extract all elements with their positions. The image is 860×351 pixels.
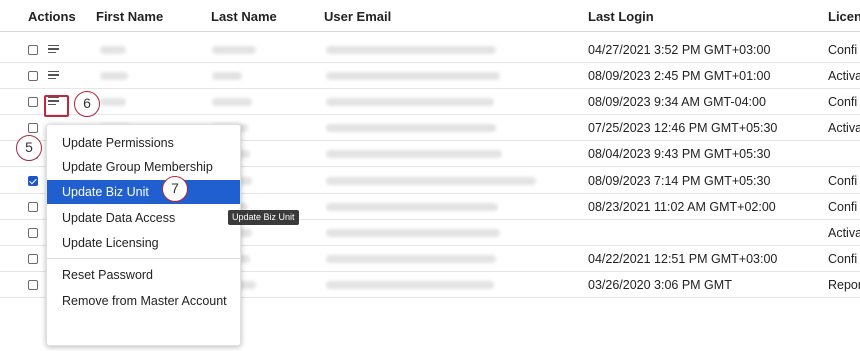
table-row: 08/09/2023 9:34 AM GMT-04:00 Confi (0, 89, 860, 115)
last-name-redacted (212, 72, 242, 80)
row-checkbox[interactable] (28, 254, 38, 264)
header-actions: Actions (28, 9, 76, 24)
email-redacted (326, 229, 500, 237)
license-cell: Activa (828, 69, 860, 83)
license-cell: Confi (828, 252, 858, 266)
row-actions-menu-icon[interactable] (48, 71, 59, 80)
menu-item-update-permissions[interactable]: Update Permissions (47, 131, 240, 155)
actions-dropdown-menu: Update Permissions Update Group Membersh… (46, 124, 241, 346)
last-name-redacted (212, 98, 252, 106)
menu-item-update-biz-unit[interactable]: Update Biz Unit (47, 180, 240, 204)
table-row: 04/27/2021 3:52 PM GMT+03:00 Confi (0, 37, 860, 63)
row-checkbox[interactable] (28, 176, 38, 186)
callout-6: 6 (74, 91, 100, 117)
table-header: Actions First Name Last Name User Email … (0, 0, 860, 32)
email-redacted (326, 124, 496, 132)
license-cell: Repor (828, 278, 860, 292)
menu-item-update-data-access[interactable]: Update Data Access (47, 206, 240, 230)
first-name-redacted (100, 46, 126, 54)
email-redacted (326, 281, 494, 289)
email-redacted (326, 177, 536, 185)
email-redacted (326, 150, 502, 158)
email-redacted (326, 98, 494, 106)
menu-divider (47, 258, 240, 259)
last-login-cell: 03/26/2020 3:06 PM GMT (588, 278, 732, 292)
last-login-cell: 08/09/2023 9:34 AM GMT-04:00 (588, 95, 766, 109)
license-cell: Confi (828, 43, 858, 57)
email-redacted (326, 255, 496, 263)
menu-icon-highlight (44, 95, 69, 117)
first-name-redacted (100, 72, 128, 80)
table-row: 08/09/2023 2:45 PM GMT+01:00 Activa (0, 63, 860, 89)
license-cell: Activa (828, 121, 860, 135)
license-cell: Confi (828, 95, 858, 109)
header-first-name[interactable]: First Name (96, 9, 163, 24)
email-redacted (326, 203, 498, 211)
header-last-name[interactable]: Last Name (211, 9, 277, 24)
last-login-cell: 08/09/2023 2:45 PM GMT+01:00 (588, 69, 771, 83)
menu-item-reset-password[interactable]: Reset Password (47, 263, 240, 287)
tooltip: Update Biz Unit (228, 210, 299, 225)
menu-item-remove-from-master-account[interactable]: Remove from Master Account (47, 289, 240, 313)
email-redacted (326, 46, 496, 54)
license-cell: Confi (828, 174, 858, 188)
callout-5: 5 (16, 135, 42, 161)
menu-item-update-group-membership[interactable]: Update Group Membership (47, 155, 240, 179)
license-cell: Confi (828, 200, 858, 214)
last-name-redacted (212, 46, 256, 54)
last-login-cell: 08/23/2021 11:02 AM GMT+02:00 (588, 200, 776, 214)
row-checkbox[interactable] (28, 202, 38, 212)
email-redacted (326, 72, 500, 80)
last-login-cell: 04/22/2021 12:51 PM GMT+03:00 (588, 252, 778, 266)
last-login-cell: 07/25/2023 12:46 PM GMT+05:30 (588, 121, 778, 135)
last-login-cell: 08/09/2023 7:14 PM GMT+05:30 (588, 174, 771, 188)
row-actions-menu-icon[interactable] (48, 45, 59, 54)
callout-7: 7 (162, 176, 188, 202)
row-checkbox[interactable] (28, 45, 38, 55)
first-name-redacted (100, 98, 126, 106)
row-checkbox[interactable] (28, 71, 38, 81)
last-login-cell: 04/27/2021 3:52 PM GMT+03:00 (588, 43, 771, 57)
last-login-cell: 08/04/2023 9:43 PM GMT+05:30 (588, 147, 771, 161)
header-last-login[interactable]: Last Login (588, 9, 654, 24)
header-license[interactable]: Licen (828, 9, 860, 24)
header-user-email[interactable]: User Email (324, 9, 391, 24)
row-checkbox[interactable] (28, 228, 38, 238)
license-cell: Activa (828, 226, 860, 240)
row-checkbox[interactable] (28, 123, 38, 133)
row-checkbox[interactable] (28, 97, 38, 107)
menu-item-update-licensing[interactable]: Update Licensing (47, 231, 240, 255)
row-checkbox[interactable] (28, 280, 38, 290)
